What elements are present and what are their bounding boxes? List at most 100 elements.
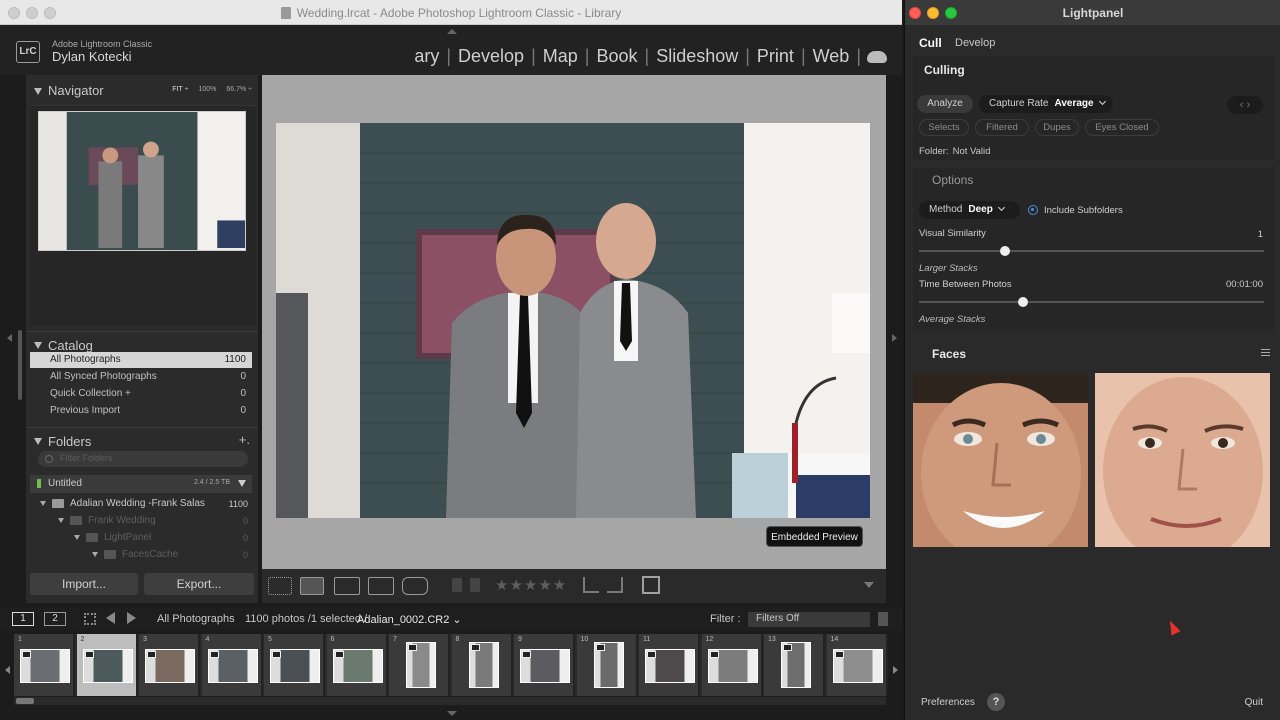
collapse-triangle-icon[interactable] xyxy=(34,438,42,445)
volume-menu-icon[interactable] xyxy=(238,480,246,487)
folders-header[interactable]: Folders +. xyxy=(26,427,258,451)
star-rating[interactable]: ★★★★★ xyxy=(495,576,567,594)
options-title[interactable]: Options xyxy=(932,173,973,187)
import-button[interactable]: Import... xyxy=(30,573,138,595)
compare-view-icon[interactable] xyxy=(334,577,360,595)
module-print[interactable]: Print xyxy=(750,46,801,67)
filmstrip-cell[interactable]: 4 xyxy=(201,634,263,696)
preferences-button[interactable]: Preferences xyxy=(921,697,975,708)
filmstrip-cell[interactable]: 3 xyxy=(139,634,200,696)
expand-triangle-icon[interactable] xyxy=(58,518,64,523)
tab-develop[interactable]: Develop xyxy=(955,37,995,49)
expand-triangle-icon[interactable] xyxy=(92,552,98,557)
bottom-panel-toggle-icon[interactable] xyxy=(447,711,457,716)
filmstrip-cell[interactable]: 6 xyxy=(326,634,388,696)
cloud-icon[interactable] xyxy=(867,50,887,63)
time-between-slider[interactable] xyxy=(919,297,1264,307)
catalog-row-all-synced[interactable]: All Synced Photographs 0 xyxy=(30,369,252,385)
filmstrip-cell[interactable]: 1 xyxy=(14,634,75,696)
module-web[interactable]: Web xyxy=(806,46,857,67)
filter-lock-icon[interactable] xyxy=(878,612,888,626)
filter-dupes[interactable]: Dupes xyxy=(1035,119,1079,136)
filmstrip-left-icon[interactable] xyxy=(5,666,10,674)
filmstrip-cell[interactable]: 5 xyxy=(264,634,325,696)
people-view-icon[interactable] xyxy=(402,577,428,595)
loupe-view-icon[interactable] xyxy=(300,577,324,595)
main-photo[interactable] xyxy=(276,123,870,518)
face-thumbnail[interactable] xyxy=(1095,373,1270,547)
flag-reject-icon[interactable] xyxy=(470,578,480,592)
left-panel-toggle-icon[interactable] xyxy=(7,334,12,342)
module-book[interactable]: Book xyxy=(589,46,644,67)
add-folder-button[interactable]: +. xyxy=(239,432,250,447)
filmstrip-cell[interactable]: 11 xyxy=(639,634,700,696)
metadata-badge-icon xyxy=(209,651,219,658)
filmstrip-cell[interactable]: 14 xyxy=(826,634,888,696)
navigator-header[interactable]: Navigator FIT ÷ 100% 66.7% ÷ xyxy=(26,79,258,103)
expand-triangle-icon[interactable] xyxy=(40,501,46,506)
include-subfolders-radio[interactable] xyxy=(1028,205,1038,215)
catalog-row-previous-import[interactable]: Previous Import 0 xyxy=(30,403,252,419)
zoom-fit[interactable]: FIT ÷ xyxy=(172,86,188,93)
analyze-button[interactable]: Analyze xyxy=(917,95,973,113)
forward-arrow-icon[interactable] xyxy=(127,612,136,624)
time-between-knob[interactable] xyxy=(1017,297,1028,307)
filmstrip-source[interactable]: All Photographs xyxy=(157,613,235,625)
crop-icon[interactable] xyxy=(642,576,660,594)
grid-icon[interactable] xyxy=(84,613,96,625)
zoom-100[interactable]: 100% xyxy=(198,86,216,93)
collapse-triangle-icon[interactable] xyxy=(34,342,42,349)
chevron-down-icon xyxy=(997,203,1005,212)
face-thumbnail[interactable] xyxy=(913,373,1088,547)
capture-rate-select[interactable]: Capture Rate Average xyxy=(979,95,1113,113)
module-map[interactable]: Map xyxy=(536,46,585,67)
flag-pick-icon[interactable] xyxy=(452,578,462,592)
top-panel-toggle-icon[interactable] xyxy=(447,29,457,34)
quit-button[interactable]: Quit xyxy=(1245,697,1263,708)
zoom-custom[interactable]: 66.7% ÷ xyxy=(226,86,252,93)
catalog-row-quick-collection[interactable]: Quick Collection + 0 xyxy=(30,386,252,402)
filter-filtered[interactable]: Filtered xyxy=(975,119,1029,136)
method-select[interactable]: Method Deep xyxy=(919,201,1020,219)
filter-select[interactable]: Filters Off xyxy=(748,612,870,627)
filter-eyes-closed[interactable]: Eyes Closed xyxy=(1085,119,1159,136)
filmstrip-scroll-thumb[interactable] xyxy=(16,698,34,704)
filmstrip-scrollbar[interactable] xyxy=(14,697,886,705)
secondary-window-button[interactable]: 2 xyxy=(44,612,66,626)
tab-cull[interactable]: Cull xyxy=(919,36,942,50)
filmstrip-cell[interactable]: 13 xyxy=(764,634,825,696)
module-slideshow[interactable]: Slideshow xyxy=(649,46,745,67)
filmstrip-cell[interactable]: 7 xyxy=(389,634,450,696)
navigator-thumbnail[interactable] xyxy=(38,111,246,251)
right-panel-toggle-icon[interactable] xyxy=(892,334,897,342)
filmstrip-cell[interactable]: 8 xyxy=(451,634,513,696)
filmstrip-cell[interactable]: 10 xyxy=(576,634,638,696)
filter-selects[interactable]: Selects xyxy=(919,119,969,136)
module-develop[interactable]: Develop xyxy=(451,46,531,67)
filmstrip-cell-number: 2 xyxy=(80,636,85,643)
culling-nav-arrows[interactable]: ‹ › xyxy=(1227,96,1263,114)
filmstrip-right-icon[interactable] xyxy=(893,666,898,674)
filmstrip-filename[interactable]: Adalian_0002.CR2 ⌄ xyxy=(357,613,462,626)
main-window-button[interactable]: 1 xyxy=(12,612,34,626)
visual-similarity-slider[interactable] xyxy=(919,246,1264,256)
collapse-triangle-icon[interactable] xyxy=(34,88,42,95)
filmstrip-cell[interactable]: 9 xyxy=(514,634,575,696)
back-arrow-icon[interactable] xyxy=(106,612,115,624)
filmstrip-cell[interactable]: 2 xyxy=(76,634,138,696)
menu-icon[interactable] xyxy=(1261,349,1270,356)
survey-view-icon[interactable] xyxy=(368,577,394,595)
left-panel-scrollbar[interactable] xyxy=(18,330,22,400)
grid-view-icon[interactable] xyxy=(268,577,292,595)
filmstrip-cell[interactable]: 12 xyxy=(701,634,763,696)
expand-triangle-icon[interactable] xyxy=(74,535,80,540)
rotate-right-icon[interactable] xyxy=(607,577,623,593)
help-button[interactable]: ? xyxy=(987,693,1005,711)
catalog-row-all-photographs[interactable]: All Photographs 1100 xyxy=(30,352,252,368)
rotate-left-icon[interactable] xyxy=(583,577,599,593)
module-library[interactable]: ary xyxy=(407,46,446,67)
folder-filter-input[interactable]: Filter Folders xyxy=(38,451,248,467)
export-button[interactable]: Export... xyxy=(144,573,254,595)
toolbar-menu-icon[interactable] xyxy=(864,582,874,588)
volume-row[interactable]: Untitled 2.4 / 2.5 TB xyxy=(30,475,252,493)
